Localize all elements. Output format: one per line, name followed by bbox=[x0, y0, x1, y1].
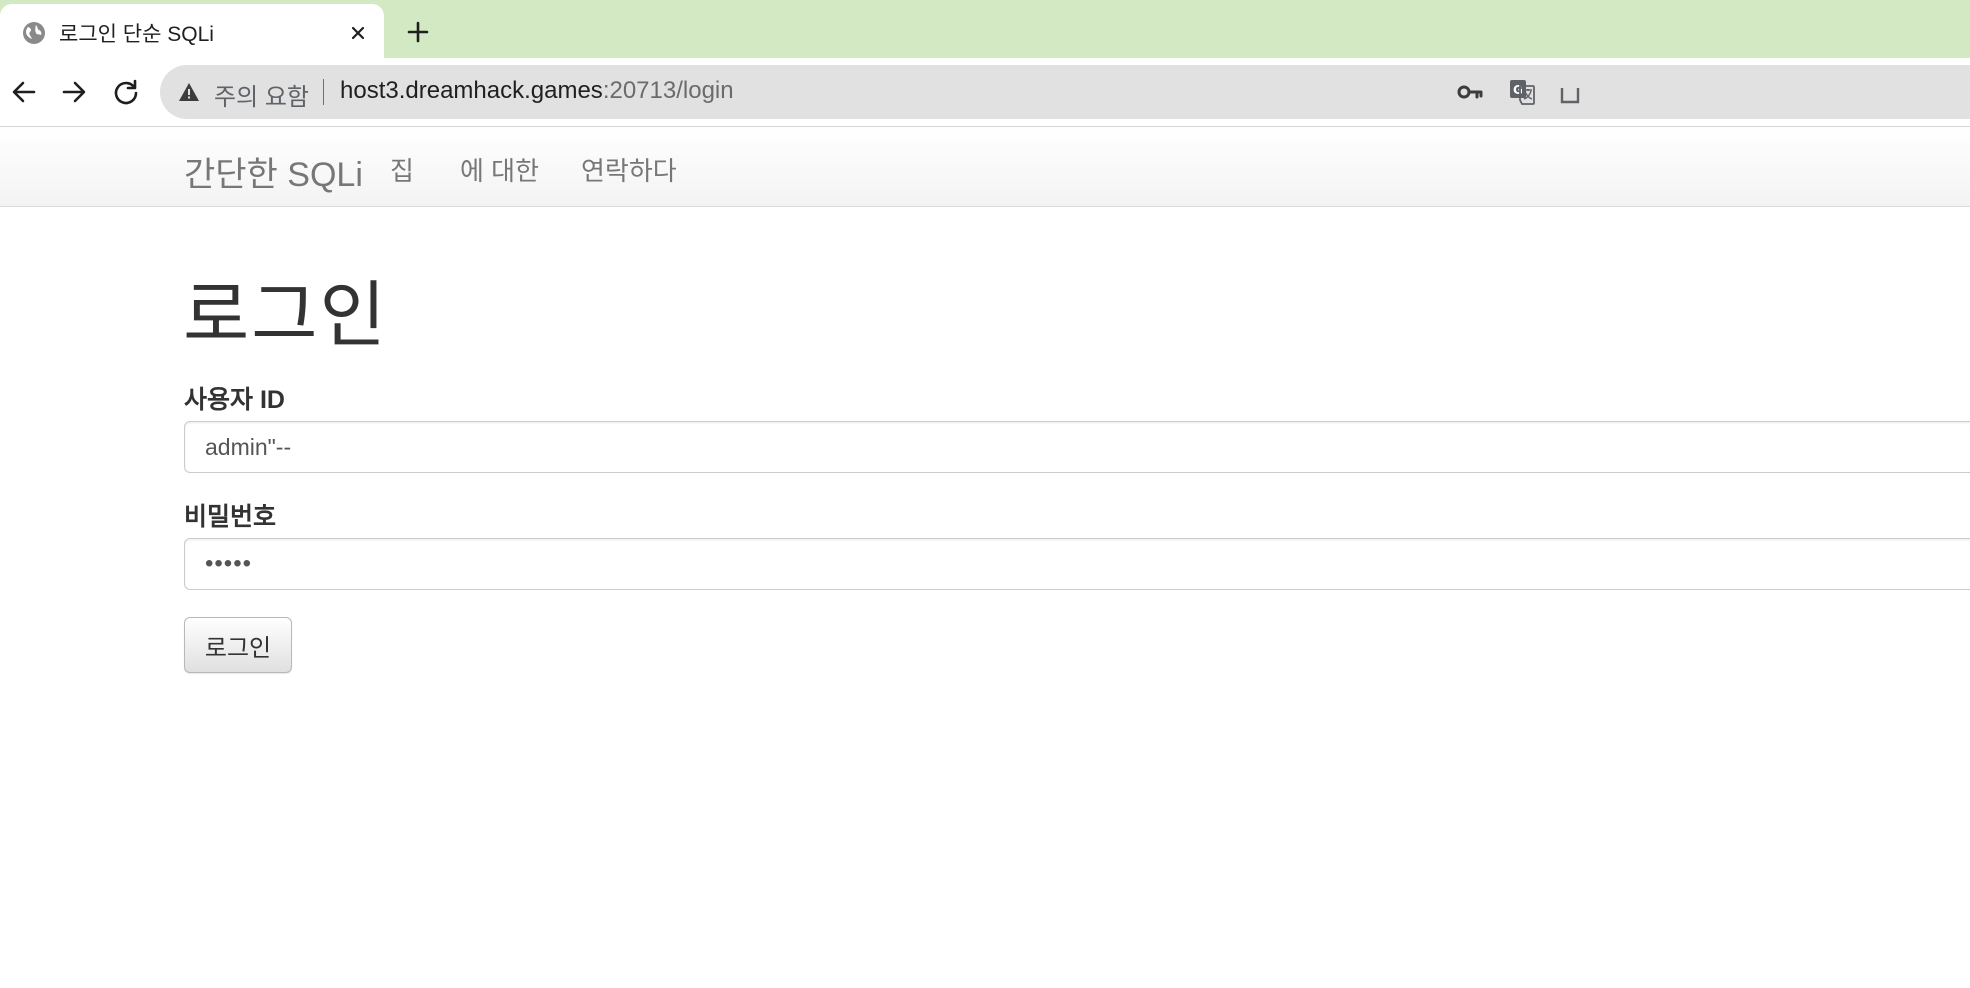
userid-input[interactable] bbox=[184, 421, 1970, 473]
svg-text:G: G bbox=[1513, 83, 1523, 97]
password-label: 비밀번호 bbox=[184, 503, 277, 531]
reload-icon bbox=[114, 79, 138, 105]
globe-icon bbox=[22, 21, 46, 45]
nav-link-home[interactable]: 집 bbox=[390, 151, 414, 188]
forward-button[interactable] bbox=[56, 74, 92, 110]
url-path: :20713/login bbox=[602, 77, 734, 104]
reload-button[interactable] bbox=[108, 74, 144, 110]
forward-arrow-icon bbox=[62, 81, 86, 103]
close-icon bbox=[351, 26, 365, 40]
userid-label: 사용자 ID bbox=[184, 386, 285, 414]
address-bar[interactable]: 주의 요함 host3.dreamhack.games:20713/login … bbox=[160, 65, 1970, 119]
page-title: 로그인 bbox=[183, 276, 388, 356]
security-status-label[interactable]: 주의 요함 bbox=[214, 77, 309, 112]
tab-title: 로그인 단순 SQLi bbox=[59, 23, 214, 46]
back-button[interactable] bbox=[6, 74, 42, 110]
address-divider bbox=[323, 79, 324, 105]
site-navbar: 간단한 SQLi 집 에 대한 연락하다 bbox=[0, 127, 1970, 207]
nav-link-about[interactable]: 에 대한 bbox=[460, 151, 539, 188]
tab-strip: 로그인 단순 SQLi bbox=[0, 0, 1970, 58]
new-tab-button[interactable] bbox=[402, 16, 434, 48]
login-button[interactable]: 로그인 bbox=[184, 617, 292, 673]
back-arrow-icon bbox=[12, 81, 36, 103]
plus-icon bbox=[407, 21, 429, 43]
password-input[interactable] bbox=[184, 538, 1970, 590]
share-icon[interactable] bbox=[1556, 78, 1584, 106]
browser-toolbar: 주의 요함 host3.dreamhack.games:20713/login … bbox=[0, 58, 1970, 127]
translate-icon[interactable]: G bbox=[1508, 78, 1536, 106]
nav-link-contact[interactable]: 연락하다 bbox=[581, 151, 677, 188]
url-text[interactable]: host3.dreamhack.games:20713/login bbox=[340, 77, 734, 105]
site-brand-link[interactable]: 간단한 SQLi bbox=[184, 147, 363, 196]
key-icon[interactable] bbox=[1456, 78, 1484, 106]
warning-icon[interactable] bbox=[178, 81, 200, 103]
browser-tab[interactable]: 로그인 단순 SQLi bbox=[0, 4, 384, 58]
url-host: host3.dreamhack.games bbox=[340, 77, 603, 104]
close-tab-button[interactable] bbox=[346, 21, 370, 45]
